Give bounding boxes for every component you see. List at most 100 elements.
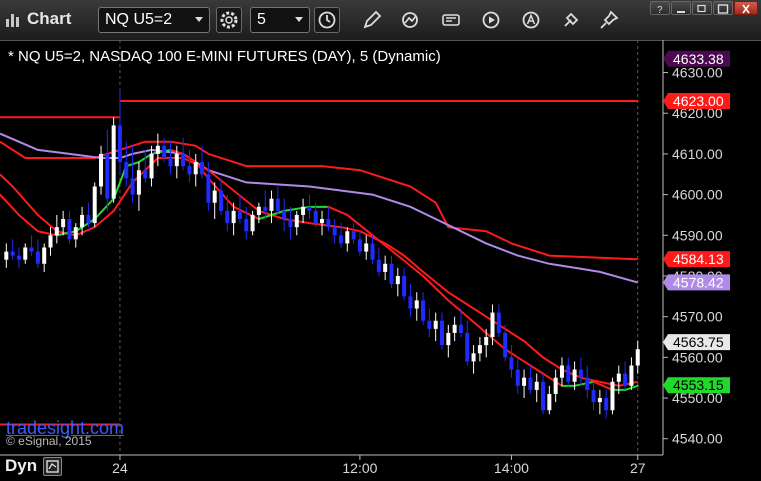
candle-body [326, 219, 331, 228]
candle-body [477, 345, 482, 354]
chart-header: * NQ U5=2, NASDAQ 100 E-MINI FUTURES (DA… [8, 48, 441, 65]
candle-body [402, 275, 407, 297]
candle-body [616, 373, 621, 382]
question-icon: ? [657, 5, 663, 16]
candle-body [181, 153, 186, 167]
link-tools-icon[interactable] [560, 9, 582, 31]
candle-body [225, 210, 230, 224]
refresh-chart-icon[interactable] [399, 9, 421, 31]
chevron-down-icon[interactable] [295, 17, 303, 22]
candle-body [376, 259, 381, 272]
scale-mode-label[interactable]: Dyn [5, 456, 37, 476]
candle-body [503, 332, 508, 358]
price-marker-label: 4623.00 [673, 93, 724, 109]
candle-body [193, 162, 198, 175]
close-button[interactable] [734, 1, 758, 15]
candle-body [256, 206, 261, 215]
candle-body [572, 369, 577, 382]
help-button[interactable]: ? [650, 1, 670, 16]
candle-body [250, 214, 255, 232]
trend-line-segment [283, 205, 311, 212]
candle-body [427, 320, 432, 329]
candle-body [54, 227, 59, 236]
symbol-combobox[interactable]: NQ U5=2 [98, 7, 210, 33]
candle-body [105, 153, 110, 199]
chevron-down-icon[interactable] [195, 17, 203, 22]
interval-settings-button[interactable] [216, 7, 242, 33]
candle-body [585, 377, 590, 390]
candle-body [351, 231, 356, 240]
price-marker-label: 4633.38 [673, 51, 724, 67]
restore-button[interactable] [692, 1, 712, 15]
time-template-button[interactable] [314, 7, 340, 33]
candle-body [408, 296, 413, 309]
y-tick-label: 4590.00 [672, 227, 723, 243]
candle-body [547, 393, 552, 411]
play-replay-icon[interactable] [480, 9, 502, 31]
candle-body [61, 219, 66, 228]
candle-body [528, 377, 533, 390]
trend-line-segment [371, 234, 399, 257]
candle-body [578, 369, 583, 378]
candle-body [67, 219, 72, 240]
candle-body [490, 312, 495, 338]
candle-body [73, 227, 78, 240]
x-tick-label: 14:00 [494, 460, 529, 476]
candle-body [136, 170, 141, 195]
svg-text:?: ? [657, 5, 663, 15]
candle-body [294, 214, 299, 228]
trend-line-segment [396, 254, 425, 277]
candle-body [237, 210, 242, 220]
trend-line-segment [523, 360, 545, 375]
candle-body [465, 332, 470, 362]
y-tick-label: 4570.00 [672, 309, 723, 325]
maximize-button[interactable] [713, 1, 733, 15]
candle-body [522, 377, 527, 386]
candle-body [357, 239, 362, 252]
indicator-lines [0, 132, 639, 391]
candle-body [16, 255, 21, 260]
candle-body [458, 324, 463, 333]
candle-body [174, 153, 179, 167]
candle-body [219, 190, 223, 211]
candle-body [200, 162, 205, 175]
candle-body [446, 332, 451, 346]
candle-body [509, 357, 514, 370]
pin-icon[interactable] [598, 9, 620, 31]
candle-body [421, 300, 426, 321]
interval-combobox[interactable]: 5 [250, 7, 310, 33]
candle-body [440, 320, 444, 346]
candle-body [591, 389, 596, 403]
price-chart[interactable]: 4540.004550.004560.004570.004580.004590.… [0, 40, 761, 481]
candle-body [332, 227, 337, 236]
candle-body [496, 312, 501, 333]
trend-line-segment [466, 315, 488, 334]
candle-body [389, 263, 394, 285]
candle-body [244, 219, 249, 232]
clock-icon [318, 11, 336, 29]
trend-line-segment [327, 205, 349, 216]
scale-options-button[interactable] [43, 457, 62, 476]
title-bar: Chart NQ U5=2 5 ? [0, 0, 761, 41]
candle-body [471, 353, 476, 362]
candle-body [282, 210, 287, 220]
candle-body [433, 320, 438, 329]
candle-body [515, 369, 520, 386]
close-icon [742, 4, 750, 14]
trend-line-segment [93, 197, 115, 221]
analysis-tools-icon[interactable] [520, 9, 542, 31]
candle-body [313, 210, 318, 224]
copyright-text: © eSignal, 2015 [6, 434, 92, 448]
axes [0, 40, 668, 460]
minimize-button[interactable] [671, 1, 691, 15]
chart-window: Chart NQ U5=2 5 ? 4540.00 4550.00 4560.0… [0, 0, 761, 481]
x-tick-label: 12:00 [342, 460, 377, 476]
candle-body [275, 198, 280, 211]
sett-toolbar-icon[interactable] [440, 9, 462, 31]
price-marker-label: 4578.42 [673, 274, 724, 290]
candle-body [162, 145, 167, 158]
pencil-draw-icon[interactable] [361, 9, 383, 31]
candle-body [364, 243, 369, 252]
trend-line-segment [485, 331, 507, 351]
price-marker-label: 4553.15 [673, 377, 724, 393]
